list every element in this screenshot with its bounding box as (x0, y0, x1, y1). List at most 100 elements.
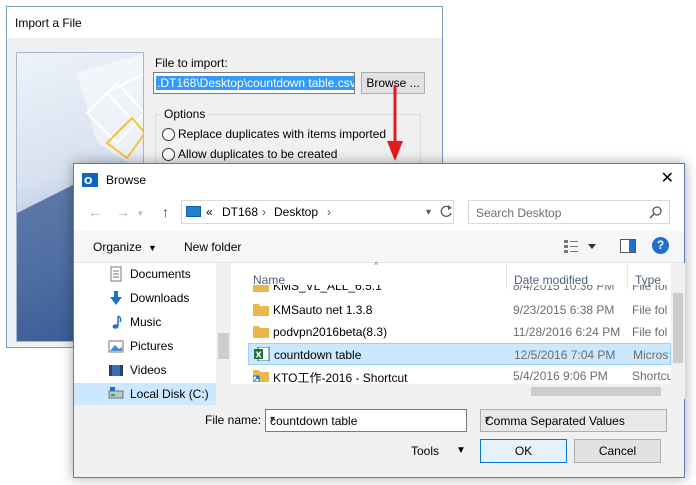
file-list: Name ^ Date modified Type KMS_VL_ALL_6.5… (231, 260, 673, 399)
nav-item-label: Documents (130, 267, 191, 281)
cancel-button[interactable]: Cancel (574, 439, 661, 463)
documents-icon (110, 266, 122, 282)
file-list-horizontal-scrollbar[interactable] (231, 384, 671, 399)
file-type: Micros (633, 348, 669, 362)
search-placeholder: Search Desktop (476, 206, 562, 220)
nav-item-label: Pictures (130, 339, 174, 353)
file-path-field[interactable]: .DT168\Desktop\countdown table.csv (153, 72, 355, 94)
up-arrow-icon[interactable]: ↑ (162, 204, 169, 220)
organize-dropdown-icon[interactable]: ▼ (148, 243, 157, 253)
breadcrumb-separator[interactable]: › (262, 205, 266, 219)
address-bar[interactable]: « DT168 › Desktop › (181, 200, 454, 224)
browse-dialog: O Browse ✕ ← → ▾ ↑ « DT168 › Desktop › ▾… (73, 163, 685, 478)
tools-dropdown-icon[interactable]: ▼ (456, 445, 466, 456)
folder-icon (253, 302, 269, 316)
options-label: Options (161, 107, 209, 121)
file-date: 5/4/2016 9:06 PM (513, 369, 608, 383)
nav-item-local-disk[interactable]: Local Disk (C:) (74, 383, 216, 405)
nav-item-pictures[interactable]: Pictures (108, 335, 173, 357)
preview-pane-icon[interactable] (620, 239, 636, 253)
browse-titlebar: O Browse ✕ (74, 164, 684, 195)
new-folder-button[interactable]: New folder (184, 240, 241, 254)
chevron-down-icon[interactable]: ▾ (485, 414, 662, 425)
nav-item-label: Local Disk (C:) (130, 387, 209, 401)
refresh-icon[interactable] (437, 200, 455, 224)
chevron-down-icon[interactable]: ▾ (270, 414, 462, 425)
videos-icon (109, 365, 123, 376)
computer-icon (186, 206, 201, 217)
radio-button[interactable] (162, 127, 175, 141)
file-name: podvpn2016beta(8.3) (273, 325, 388, 339)
nav-item-downloads[interactable]: Downloads (108, 287, 189, 309)
music-icon (112, 315, 122, 329)
organize-button[interactable]: Organize (93, 240, 142, 254)
scrollbar-thumb[interactable] (218, 333, 229, 359)
file-path-value: .DT168\Desktop\countdown table.csv (156, 76, 355, 90)
file-list-vertical-scrollbar[interactable] (671, 263, 685, 399)
forward-arrow-icon[interactable]: → (116, 204, 130, 220)
recent-locations-icon[interactable]: ▾ (138, 208, 143, 219)
search-icon[interactable] (649, 205, 663, 219)
file-date: 12/5/2016 7:04 PM (514, 348, 616, 362)
search-input[interactable]: Search Desktop (468, 200, 670, 224)
navigation-pane: Documents Downloads Music Pictures Video… (74, 263, 231, 405)
ok-button[interactable]: OK (480, 439, 567, 463)
file-name: countdown table (274, 348, 362, 362)
nav-item-label: Videos (130, 363, 167, 377)
file-type: File fol (632, 303, 668, 317)
radio-button[interactable] (162, 147, 175, 161)
tools-button[interactable]: Tools (411, 444, 439, 458)
address-dropdown-icon[interactable]: ▾ (426, 207, 431, 218)
file-row[interactable]: podvpn2016beta(8.3) 11/28/2016 6:24 PM F… (248, 321, 671, 343)
nav-item-documents[interactable]: Documents (108, 263, 191, 285)
change-view-icon[interactable] (564, 239, 600, 253)
file-date: 9/23/2015 6:38 PM (513, 303, 615, 317)
back-arrow-icon[interactable]: ← (88, 204, 102, 220)
outlook-icon: O (82, 173, 98, 187)
nav-item-music[interactable]: Music (108, 311, 161, 333)
shortcut-folder-icon (252, 368, 269, 383)
sort-up-icon: ^ (374, 260, 379, 270)
browse-title: Browse (106, 173, 147, 187)
breadcrumb-dt168[interactable]: DT168 (222, 205, 258, 219)
nav-item-videos[interactable]: Videos (108, 359, 166, 381)
file-name-label: File name: (205, 413, 262, 427)
option-label: Replace duplicates with items imported (178, 127, 387, 141)
file-row[interactable]: KMSauto net 1.3.8 9/23/2015 6:38 PM File… (248, 299, 671, 321)
command-bar: Organize ▼ New folder ? (74, 231, 684, 263)
file-name: KMSauto net 1.3.8 (273, 303, 373, 317)
scrollbar-thumb[interactable] (673, 293, 683, 363)
folder-icon (253, 324, 269, 338)
help-icon[interactable]: ? (652, 237, 669, 254)
file-date: 8/4/2015 10:36 PM (513, 285, 615, 293)
file-name: KMS_VL_ALL_6.5.1 (273, 285, 382, 293)
file-row-selected[interactable]: X countdown table 12/5/2016 7:04 PM Micr… (248, 343, 671, 365)
file-date: 11/28/2016 6:24 PM (513, 325, 621, 339)
excel-file-icon: X (254, 346, 270, 362)
local-disk-icon (108, 387, 124, 399)
scrollbar-thumb[interactable] (531, 387, 661, 396)
breadcrumb-desktop[interactable]: Desktop (274, 205, 318, 219)
file-type-select[interactable]: Comma Separated Values ▾ (480, 409, 667, 432)
file-name-input[interactable]: countdown table ▾ (265, 409, 467, 432)
nav-item-label: Music (130, 315, 162, 329)
file-type: File fol (632, 285, 668, 293)
address-overflow[interactable]: « (206, 205, 213, 219)
folder-icon (253, 285, 269, 292)
close-icon[interactable]: ✕ (661, 168, 674, 188)
svg-text:O: O (84, 176, 93, 187)
navigation-bar: ← → ▾ ↑ « DT168 › Desktop › ▾ Search Des… (74, 195, 684, 231)
allow-duplicates-option[interactable]: Allow duplicates to be created (162, 147, 337, 161)
nav-pane-scrollbar[interactable] (216, 263, 231, 399)
file-row[interactable]: KMS_VL_ALL_6.5.1 8/4/2015 10:36 PM File … (248, 285, 671, 297)
replace-duplicates-option[interactable]: Replace duplicates with items imported (162, 127, 386, 141)
downloads-icon (110, 291, 122, 305)
breadcrumb-separator[interactable]: › (327, 205, 331, 219)
file-type: File fol (632, 325, 668, 339)
svg-text:X: X (256, 351, 263, 360)
pictures-icon (108, 340, 124, 353)
option-label: Allow duplicates to be created (178, 147, 338, 161)
red-arrow-icon (387, 85, 403, 161)
file-to-import-label: File to import: (155, 56, 228, 70)
nav-item-label: Downloads (130, 291, 190, 305)
